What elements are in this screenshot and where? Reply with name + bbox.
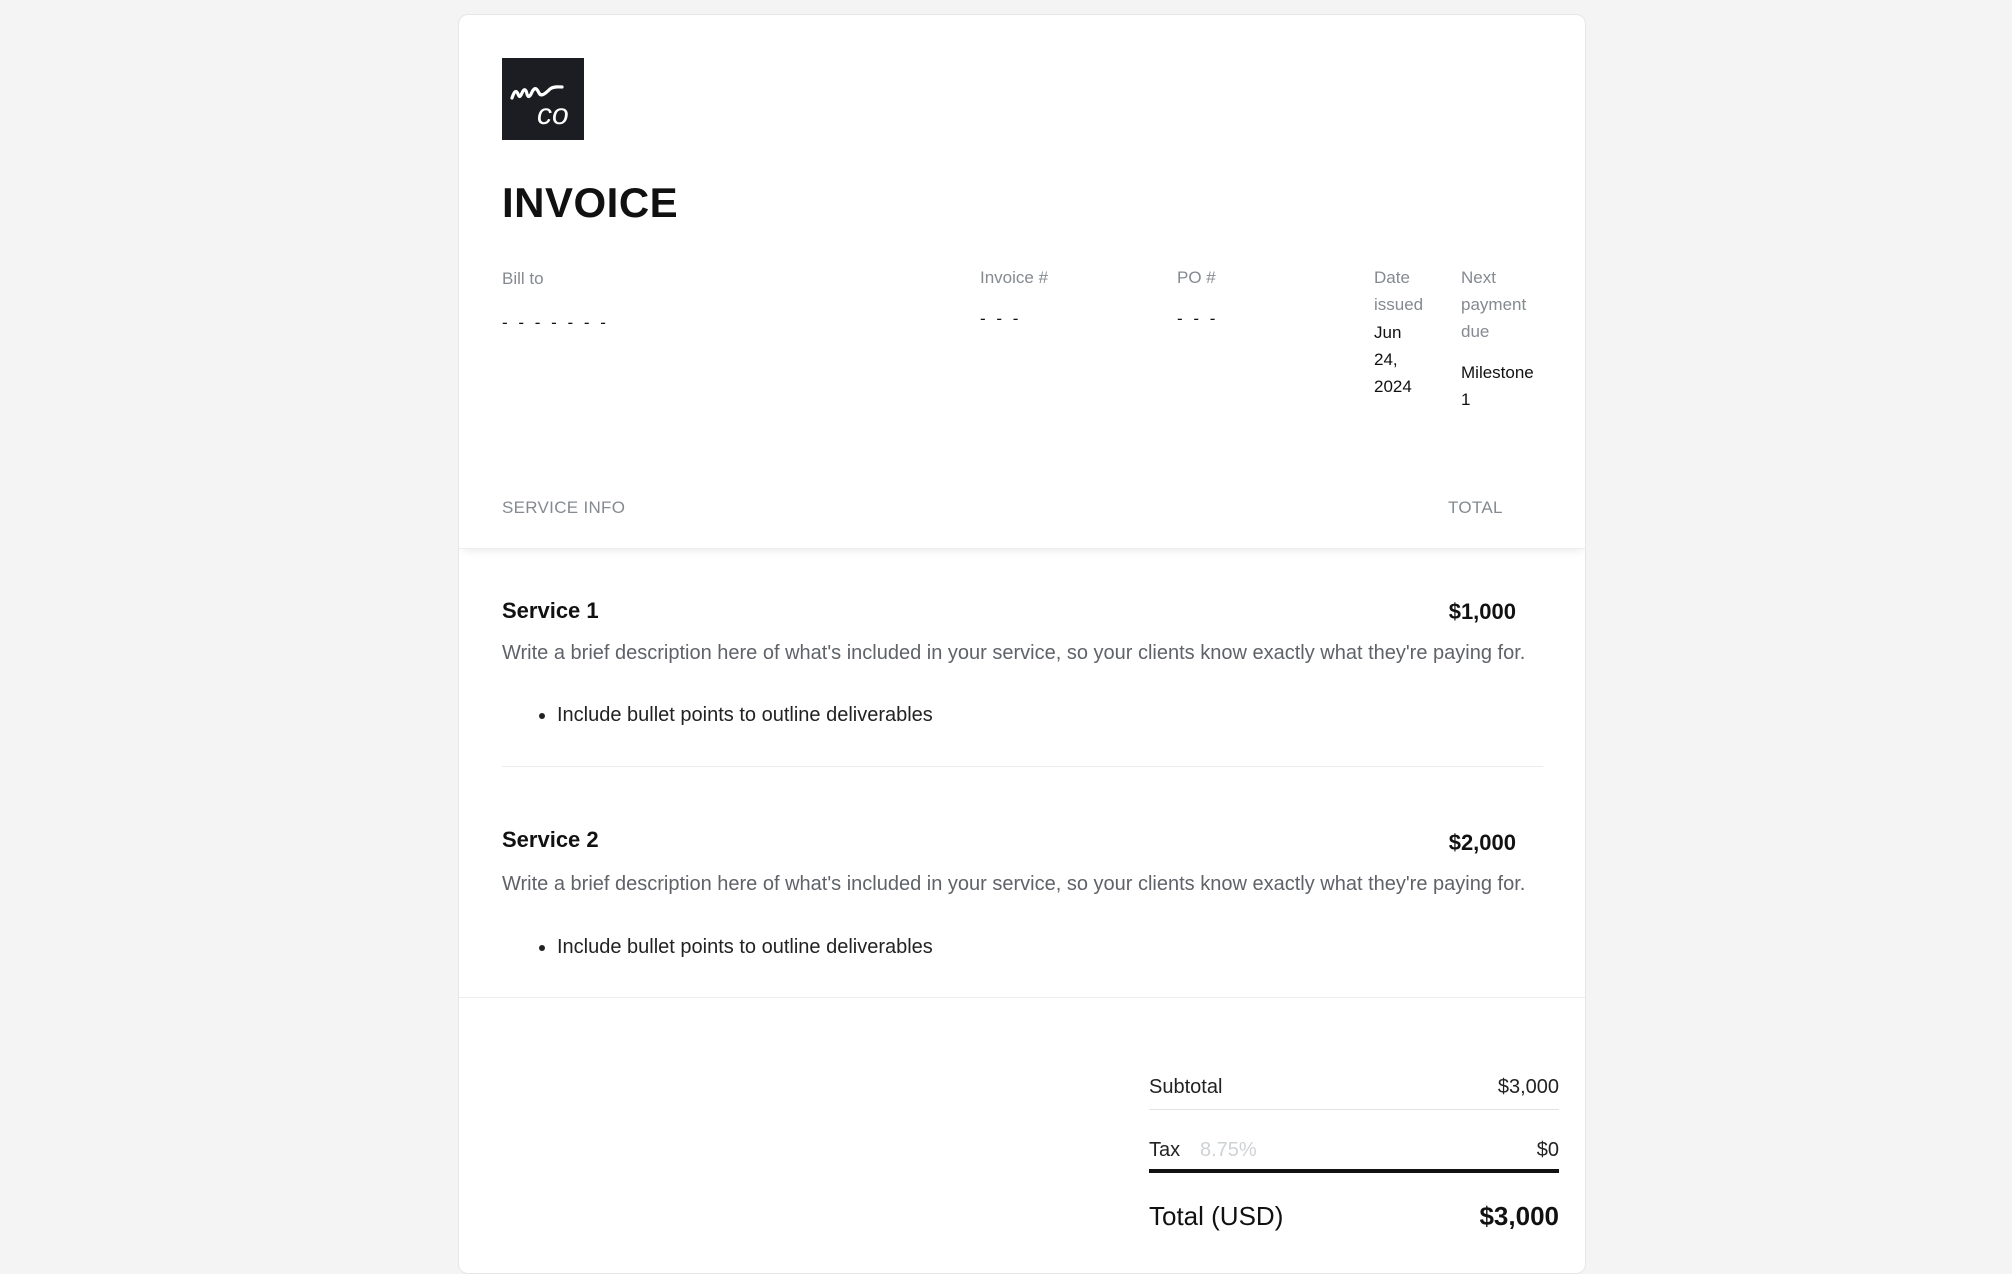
tax-value: $0 (1536, 1139, 1559, 1161)
total-header: TOTAL (1448, 498, 1503, 517)
subtotal-label: Subtotal (1149, 1076, 1223, 1098)
next-payment-label-line: payment (1461, 295, 1527, 314)
service-bullet: Include bullet points to outline deliver… (557, 700, 933, 731)
date-issued-value-line: Jun (1374, 323, 1402, 342)
service-bullet: Include bullet points to outline deliver… (557, 932, 933, 963)
date-issued-label-line: Date (1374, 268, 1410, 287)
total-value: $3,000 (1479, 1201, 1559, 1231)
total-label: Total (USD) (1149, 1201, 1284, 1231)
service-name: Service 1 (502, 598, 599, 623)
po-number-value[interactable]: - - - (1177, 305, 1218, 332)
next-payment-label-line: Next (1461, 268, 1496, 287)
date-issued-value-line: 24, (1374, 350, 1398, 369)
next-payment-value-line: 1 (1461, 390, 1471, 409)
service-description: Write a brief description here of what's… (502, 873, 1526, 895)
table-header: SERVICE INFO TOTAL (459, 465, 1585, 549)
service-description: Write a brief description here of what's… (502, 642, 1526, 664)
next-payment-value[interactable]: Milestone 1 (1461, 359, 1534, 413)
invoice-number-label: Invoice # (980, 268, 1049, 287)
summary-divider (1149, 1109, 1559, 1110)
items-divider (459, 997, 1585, 998)
service-bullets: Include bullet points to outline deliver… (502, 932, 933, 963)
tax-rate-input[interactable]: 8.75% (1200, 1139, 1257, 1162)
service-price: $1,000 (1448, 599, 1516, 624)
service-price: $2,000 (1448, 830, 1516, 855)
invoice-title: INVOICE (502, 179, 679, 226)
bill-to-value[interactable]: - - - - - - - (502, 309, 609, 336)
subtotal-value: $3,000 (1497, 1076, 1559, 1098)
invoice-card: co INVOICE Bill to - - - - - - - Invoice… (458, 14, 1586, 1274)
date-issued-value[interactable]: Jun 24, 2024 (1374, 319, 1412, 400)
service-item[interactable]: Service 2 $2,000 Write a brief descripti… (502, 827, 1543, 977)
service-item[interactable]: Service 1 $1,000 Write a brief descripti… (502, 598, 1543, 748)
tax-label: Tax (1149, 1139, 1181, 1161)
date-issued-label: Date issued (1374, 264, 1423, 318)
bill-to-label: Bill to (502, 269, 544, 288)
po-number-label: PO # (1177, 268, 1216, 287)
date-issued-value-line: 2024 (1374, 377, 1412, 396)
next-payment-value-line: Milestone (1461, 363, 1534, 382)
total-divider (1149, 1169, 1559, 1173)
company-logo: co (502, 58, 584, 140)
service-name: Service 2 (502, 827, 599, 852)
mco-logo-icon: co (510, 85, 569, 131)
date-issued-label-line: issued (1374, 295, 1424, 314)
next-payment-label-line: due (1461, 322, 1490, 341)
service-info-header: SERVICE INFO (502, 498, 626, 517)
invoice-number-value[interactable]: - - - (980, 305, 1021, 332)
service-divider (502, 766, 1543, 767)
svg-text:co: co (537, 98, 569, 131)
service-bullets: Include bullet points to outline deliver… (502, 700, 933, 731)
next-payment-label: Next payment due (1461, 264, 1526, 345)
